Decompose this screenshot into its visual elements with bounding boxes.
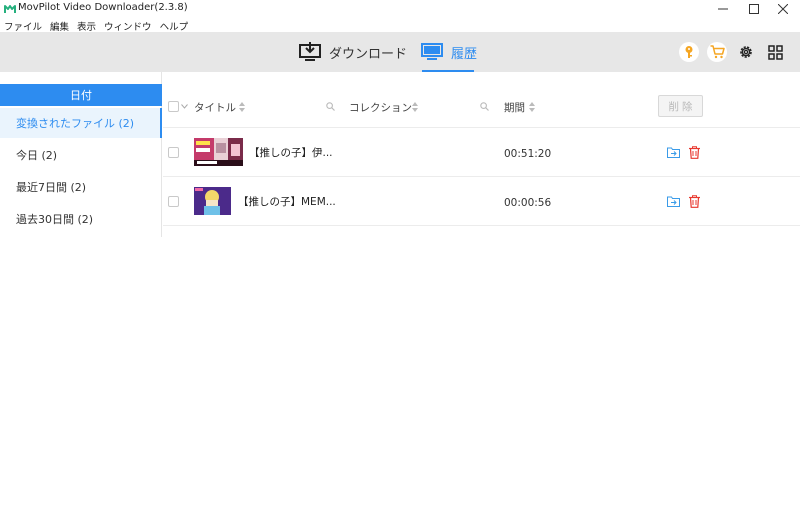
- folder-icon: [666, 196, 680, 207]
- delete-row-button[interactable]: [687, 194, 701, 208]
- table-row: 【推しの子】MEM... 00:00:56: [163, 177, 800, 226]
- active-tab-indicator: [422, 70, 474, 72]
- search-collection-icon[interactable]: [480, 102, 489, 111]
- select-dropdown-icon[interactable]: [181, 104, 188, 109]
- cart-button[interactable]: [707, 42, 727, 62]
- row-duration: 00:00:56: [504, 197, 552, 209]
- sidebar-item-today[interactable]: 今日 (2): [0, 140, 162, 170]
- menu-help[interactable]: ヘルプ: [156, 18, 193, 33]
- row-checkbox[interactable]: [168, 196, 179, 207]
- sidebar-header: 日付: [0, 84, 162, 106]
- monitor-icon: [421, 43, 443, 60]
- date-filter-sidebar: 日付 変換されたファイル (2) 今日 (2) 最近7日間 (2) 過去30日間…: [0, 72, 162, 237]
- title-bar: MovPilot Video Downloader(2.3.8): [0, 0, 800, 18]
- sidebar-item-converted[interactable]: 変換されたファイル (2): [0, 108, 162, 138]
- sidebar-item-last-7-days[interactable]: 最近7日間 (2): [0, 172, 162, 202]
- settings-icon: [740, 46, 752, 58]
- settings-button[interactable]: [736, 42, 756, 62]
- tab-download[interactable]: ダウンロード: [299, 32, 407, 72]
- window-title: MovPilot Video Downloader(2.3.8): [18, 2, 188, 13]
- row-duration: 00:51:20: [504, 148, 552, 160]
- delete-selected-button[interactable]: 削除: [658, 95, 703, 117]
- row-title: 【推しの子】MEM...: [238, 196, 336, 208]
- cart-icon: [710, 45, 725, 59]
- menu-edit[interactable]: 編集: [46, 18, 73, 33]
- sort-collection-icon[interactable]: [412, 102, 418, 112]
- tab-history[interactable]: 履歴: [421, 32, 477, 72]
- license-key-button[interactable]: [679, 42, 699, 62]
- menu-file[interactable]: ファイル: [0, 18, 46, 33]
- column-duration: 期間: [504, 102, 525, 114]
- key-icon: [685, 46, 693, 58]
- video-thumbnail[interactable]: [194, 138, 243, 166]
- column-collection: コレクション: [349, 102, 412, 114]
- maximize-icon: [749, 4, 759, 14]
- open-folder-button[interactable]: [666, 194, 680, 208]
- row-title: 【推しの子】伊...: [249, 147, 333, 159]
- table-header: タイトル コレクション 期間 削除: [163, 86, 800, 128]
- column-title: タイトル: [194, 102, 236, 114]
- close-button[interactable]: [764, 0, 800, 18]
- download-monitor-icon: [299, 42, 321, 61]
- video-thumbnail[interactable]: [194, 187, 231, 215]
- trash-icon: [688, 194, 700, 208]
- select-all-checkbox[interactable]: [168, 101, 179, 112]
- tab-history-label: 履歴: [451, 46, 478, 62]
- sidebar-item-last-30-days[interactable]: 過去30日間 (2): [0, 204, 162, 234]
- table-row: 【推しの子】伊... 00:51:20: [163, 128, 800, 177]
- sort-duration-icon[interactable]: [529, 102, 535, 112]
- menu-window[interactable]: ウィンドウ: [100, 18, 156, 33]
- close-icon: [778, 4, 788, 14]
- menu-view[interactable]: 表示: [73, 18, 100, 33]
- open-folder-button[interactable]: [666, 145, 680, 159]
- top-nav: ダウンロード 履歴: [0, 32, 800, 72]
- minimize-icon: [718, 8, 728, 10]
- tab-download-label: ダウンロード: [329, 46, 408, 62]
- apps-grid-button[interactable]: [765, 42, 785, 62]
- trash-icon: [688, 145, 700, 159]
- menu-bar: ファイル 編集 表示 ウィンドウ ヘルプ: [0, 18, 800, 33]
- delete-row-button[interactable]: [687, 145, 701, 159]
- search-title-icon[interactable]: [326, 102, 335, 111]
- row-checkbox[interactable]: [168, 147, 179, 158]
- folder-icon: [666, 147, 680, 158]
- sort-title-icon[interactable]: [239, 102, 245, 112]
- app-logo-icon: [4, 5, 16, 13]
- grid-icon: [767, 44, 783, 60]
